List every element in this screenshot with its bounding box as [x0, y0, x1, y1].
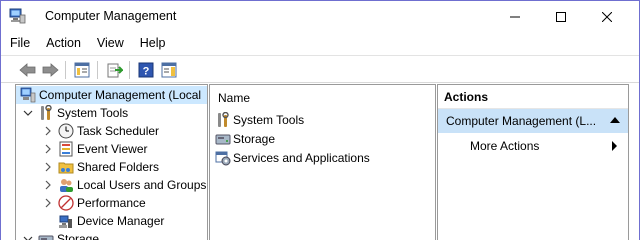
tree-item-event-viewer[interactable]: Event Viewer — [42, 140, 147, 158]
device-manager-icon — [58, 213, 74, 229]
computer-management-icon — [20, 87, 36, 103]
event-viewer-icon — [58, 141, 74, 157]
tree-item-task-scheduler[interactable]: Task Scheduler — [42, 122, 159, 140]
computer-management-icon — [9, 8, 26, 24]
toolbar-separator — [97, 61, 98, 79]
tree-item-label: Local Users and Groups — [77, 178, 207, 192]
clock-icon — [58, 123, 74, 139]
performance-icon — [58, 195, 74, 211]
chevron-down-icon[interactable] — [22, 107, 34, 119]
column-header-name[interactable]: Name — [210, 85, 435, 109]
help-icon[interactable]: ? — [136, 60, 156, 80]
actions-group-label: Computer Management (L... — [446, 114, 597, 128]
chevron-right-icon[interactable] — [42, 179, 54, 191]
window-title: Computer Management — [45, 9, 177, 23]
actions-group-computer-management[interactable]: Computer Management (L... — [438, 109, 628, 133]
tools-icon — [215, 112, 231, 128]
chevron-down-icon[interactable] — [22, 233, 34, 240]
toolbar: ? — [1, 55, 639, 83]
storage-icon — [215, 131, 231, 147]
submenu-arrow-icon[interactable] — [612, 141, 617, 151]
tree-item-storage[interactable]: Storage — [22, 230, 99, 240]
menu-bar: File Action View Help — [1, 32, 639, 54]
menu-file[interactable]: File — [2, 32, 38, 54]
tree-item-label: Task Scheduler — [77, 124, 160, 138]
toolbar-separator — [129, 61, 130, 79]
list-item[interactable]: System Tools — [215, 111, 304, 129]
collapse-arrow-icon[interactable] — [610, 117, 620, 123]
tools-icon — [38, 105, 54, 121]
shared-folder-icon — [58, 159, 74, 175]
chevron-right-icon[interactable] — [42, 161, 54, 173]
list-item-label: System Tools — [233, 113, 305, 127]
actions-header: Actions — [438, 85, 628, 109]
chevron-right-icon[interactable] — [42, 143, 54, 155]
show-hide-tree-icon[interactable] — [72, 60, 92, 80]
tree-item-label: Device Manager — [77, 214, 165, 228]
close-button[interactable] — [584, 1, 630, 32]
more-actions-item[interactable]: More Actions — [470, 137, 539, 155]
menu-action[interactable]: Action — [38, 32, 89, 54]
tree-item-label: Storage — [57, 232, 100, 240]
services-icon — [215, 150, 231, 166]
actions-pane: Actions Computer Management (L... More A… — [437, 84, 629, 240]
tree-item-label: System Tools — [57, 106, 129, 120]
tree-item-performance[interactable]: Performance — [42, 194, 146, 212]
tree-item-label: Shared Folders — [77, 160, 160, 174]
tree-item-label: Performance — [77, 196, 146, 210]
tree-item-shared-folders[interactable]: Shared Folders — [42, 158, 159, 176]
tree-item-computer-management[interactable]: Computer Management (Local — [16, 86, 207, 104]
list-item-label: Storage — [233, 132, 276, 146]
maximize-button[interactable] — [538, 1, 584, 32]
svg-text:?: ? — [143, 66, 150, 78]
title-bar[interactable]: Computer Management — [1, 1, 639, 32]
menu-view[interactable]: View — [89, 32, 132, 54]
list-item[interactable]: Storage — [215, 130, 275, 148]
tree-item-system-tools[interactable]: System Tools — [22, 104, 128, 122]
tree-item-label: Event Viewer — [77, 142, 148, 156]
minimize-button[interactable] — [492, 1, 538, 32]
chevron-right-icon[interactable] — [42, 197, 54, 209]
back-arrow-icon[interactable] — [18, 60, 38, 80]
list-item[interactable]: Services and Applications — [215, 149, 370, 167]
chevron-right-icon[interactable] — [42, 125, 54, 137]
tree-item-device-manager[interactable]: Device Manager — [58, 212, 164, 230]
menu-help[interactable]: Help — [132, 32, 174, 54]
export-list-icon[interactable] — [105, 60, 125, 80]
toolbar-separator — [65, 61, 66, 79]
list-item-label: Services and Applications — [233, 151, 370, 165]
storage-icon — [38, 231, 54, 240]
users-icon — [58, 177, 74, 193]
tree-item-label: Computer Management (Local — [39, 88, 202, 102]
console-tree: Computer Management (Local System Tools … — [15, 84, 208, 240]
show-hide-action-pane-icon[interactable] — [159, 60, 179, 80]
tree-item-local-users-groups[interactable]: Local Users and Groups — [42, 176, 206, 194]
results-pane: Name System Tools Storage Services and A… — [209, 84, 436, 240]
computer-management-window: Computer Management File Action View Hel… — [0, 0, 640, 240]
forward-arrow-icon[interactable] — [40, 60, 60, 80]
